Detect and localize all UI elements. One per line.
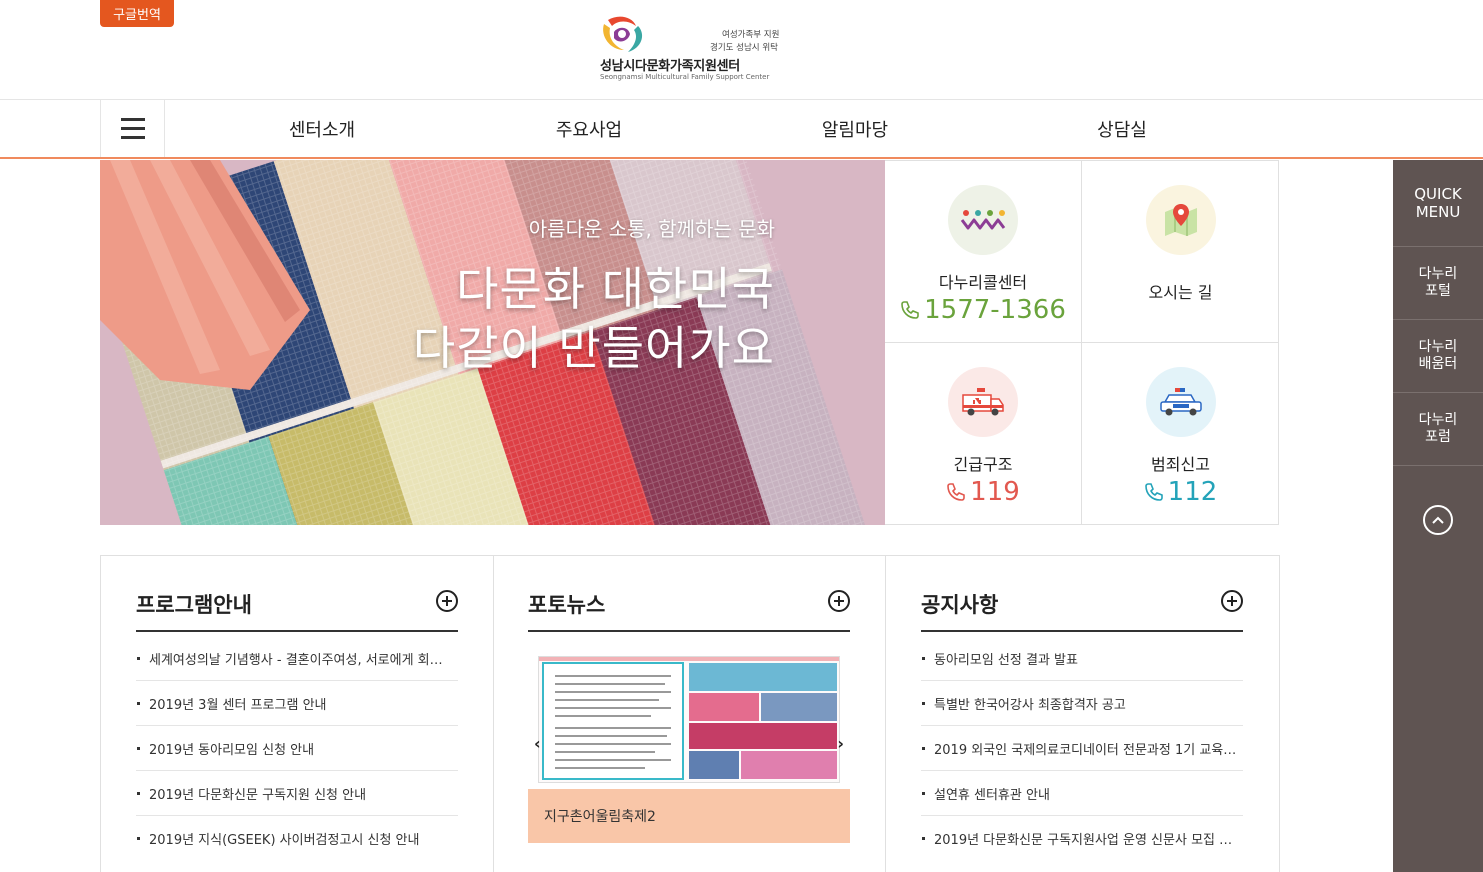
people-wave-icon [948, 185, 1018, 255]
notice-board: 공지사항 동아리모임 선정 결과 발표 특별반 한국어강사 최종합격자 공고 2… [886, 556, 1279, 872]
list-item[interactable]: 2019년 3월 센터 프로그램 안내 [136, 681, 458, 726]
quick-link-danuri-call[interactable]: 다누리콜센터 1577-1366 [885, 161, 1082, 343]
phone-icon [901, 301, 919, 319]
list-item[interactable]: 설연휴 센터휴관 안내 [921, 771, 1243, 816]
list-item-text: 2019 외국인 국제의료코디네이터 전문과정 1기 교육생 모집 [934, 742, 1239, 758]
list-item-text: 세계여성의날 기념행사 - 결혼이주여성, 서로에게 회복의 힘이 되다 [149, 652, 454, 668]
plus-icon[interactable] [436, 590, 458, 612]
nav-item-center-intro[interactable]: 센터소개 [252, 100, 392, 157]
plus-icon[interactable] [828, 590, 850, 612]
chevron-left-icon[interactable]: ‹ [534, 734, 541, 753]
logo-title: 성남시다문화가족지원센터 [600, 59, 740, 74]
list-item-text: 특별반 한국어강사 최종합격자 공고 [934, 697, 1126, 713]
quick-link-phone: 112 [1144, 477, 1218, 507]
quick-link-phone: 119 [946, 477, 1020, 507]
quick-link-label: 범죄신고 [1151, 455, 1210, 474]
quick-link-label: 오시는 길 [1148, 283, 1213, 302]
phone-number: 1577-1366 [924, 295, 1066, 325]
page: 구글번역 여성가족부 지원 경기도 성남시 위탁 성남시다문화가족지원센터 Se… [0, 0, 1483, 872]
board-title: 포토뉴스 [528, 593, 606, 617]
list-item-text: 설연휴 센터휴관 안내 [934, 787, 1050, 803]
list-item-text: 2019년 3월 센터 프로그램 안내 [149, 697, 327, 713]
board-section: 프로그램안내 세계여성의날 기념행사 - 결혼이주여성, 서로에게 회복의 힘이… [100, 555, 1280, 872]
board-list: 동아리모임 선정 결과 발표 특별반 한국어강사 최종합격자 공고 2019 외… [921, 636, 1243, 861]
site-logo[interactable]: 여성가족부 지원 경기도 성남시 위탁 성남시다문화가족지원센터 Seongna… [598, 10, 788, 88]
quick-menu-item-line2: 포털 [1425, 283, 1451, 299]
board-title: 공지사항 [921, 593, 999, 617]
quick-menu-danuri-forum[interactable]: 다누리 포럼 [1393, 393, 1483, 466]
list-item[interactable]: 2019년 다문화신문 구독지원사업 운영 신문사 모집 공고 [921, 816, 1243, 861]
photo-news-image[interactable] [538, 656, 840, 783]
quick-menu-danuri-learning[interactable]: 다누리 배움터 [1393, 320, 1483, 393]
quick-menu-item-line1: 다누리 [1418, 412, 1458, 428]
logo-mark-icon [603, 16, 643, 52]
chevron-up-icon[interactable] [1423, 505, 1453, 535]
list-item-text: 2019년 지식(GSEEK) 사이버검정고시 신청 안내 [149, 833, 420, 848]
logo-english: Seongnamsi Multicultural Family Support … [600, 73, 770, 81]
main-navigation: 센터소개 주요사업 알림마당 상담실 [0, 99, 1483, 159]
photo-caption[interactable]: 지구촌어울림축제2 [528, 789, 850, 843]
logo-sub1: 여성가족부 지원 [722, 30, 780, 40]
board-header: 포토뉴스 [528, 586, 850, 632]
quick-menu-danuri-portal[interactable]: 다누리 포털 [1393, 247, 1483, 320]
hero-title-line2: 다같이 만들어가요 [412, 321, 775, 375]
list-item-text: 2019년 다문화신문 구독지원 신청 안내 [149, 787, 367, 803]
quick-link-label: 긴급구조 [953, 455, 1013, 474]
hero-subtitle: 아름다운 소통, 함께하는 문화 [528, 217, 775, 241]
phone-icon [1144, 483, 1163, 501]
quick-menu-item-line1: 다누리 [1418, 339, 1458, 355]
quick-link-emergency[interactable]: 긴급구조 119 [885, 343, 1082, 525]
list-item[interactable]: 동아리모임 선정 결과 발표 [921, 636, 1243, 681]
quick-link-phone: 1577-1366 [900, 295, 1066, 325]
quick-menu-title: QUICK MENU [1393, 160, 1483, 247]
hamburger-icon[interactable] [100, 100, 165, 157]
list-item[interactable]: 2019년 동아리모임 신청 안내 [136, 726, 458, 771]
hero-title-line1: 다문화 대한민국 [456, 262, 775, 316]
quick-link-label: 다누리콜센터 [938, 273, 1028, 292]
list-item[interactable]: 2019 외국인 국제의료코디네이터 전문과정 1기 교육생 모집 [921, 726, 1243, 771]
quick-link-directions[interactable]: 오시는 길 [1082, 161, 1279, 343]
chevron-right-icon[interactable]: › [837, 734, 844, 753]
quick-link-police[interactable]: 범죄신고 112 [1082, 343, 1279, 525]
police-car-icon [1145, 367, 1216, 437]
list-item-text: 2019년 동아리모임 신청 안내 [149, 742, 315, 758]
quick-menu-item-line2: 포럼 [1425, 429, 1451, 445]
plus-icon[interactable] [1221, 590, 1243, 612]
list-item[interactable]: 2019년 지식(GSEEK) 사이버검정고시 신청 안내 [136, 816, 458, 861]
quick-link-grid: 다누리콜센터 1577-1366 오시는 길 긴급구조 119 범죄신고 112 [885, 160, 1279, 525]
list-item-text: 2019년 다문화신문 구독지원사업 운영 신문사 모집 공고 [934, 833, 1239, 848]
list-item[interactable]: 특별반 한국어강사 최종합격자 공고 [921, 681, 1243, 726]
quick-menu-item-line2: 배움터 [1418, 356, 1458, 372]
board-header: 공지사항 [921, 586, 1243, 632]
nav-item-main-business[interactable]: 주요사업 [519, 100, 659, 157]
map-pin-icon [1145, 185, 1216, 255]
quick-menu-title-line2: MENU [1415, 203, 1461, 221]
phone-number: 112 [1167, 477, 1218, 507]
phone-number: 119 [970, 477, 1020, 507]
photo-slider: ‹ › 지구촌어울림축제2 [528, 656, 850, 843]
list-item[interactable]: 세계여성의날 기념행사 - 결혼이주여성, 서로에게 회복의 힘이 되다 [136, 636, 458, 681]
board-list: 세계여성의날 기념행사 - 결혼이주여성, 서로에게 회복의 힘이 되다 201… [136, 636, 458, 861]
ambulance-icon [948, 367, 1018, 437]
nav-item-notice-board[interactable]: 알림마당 [785, 100, 925, 157]
logo-sub2: 경기도 성남시 위탁 [710, 43, 778, 53]
quick-menu-item-line1: 다누리 [1418, 266, 1458, 282]
board-header: 프로그램안내 [136, 586, 458, 632]
quick-menu-panel: QUICK MENU 다누리 포털 다누리 배움터 다누리 포럼 [1393, 160, 1483, 872]
list-item[interactable]: 2019년 다문화신문 구독지원 신청 안내 [136, 771, 458, 816]
board-title: 프로그램안내 [136, 593, 252, 617]
phone-icon [947, 483, 965, 501]
photo-news-board: 포토뉴스 ‹ › 지구촌어울림축제2 [493, 556, 886, 872]
quick-menu-title-line1: QUICK [1414, 185, 1462, 203]
hero-banner: 아름다운 소통, 함께하는 문화 다문화 대한민국 다같이 만들어가요 [100, 160, 885, 525]
program-board: 프로그램안내 세계여성의날 기념행사 - 결혼이주여성, 서로에게 회복의 힘이… [101, 556, 494, 872]
list-item-text: 동아리모임 선정 결과 발표 [934, 652, 1078, 668]
google-translate-button[interactable]: 구글번역 [100, 0, 174, 27]
nav-item-counseling[interactable]: 상담실 [1052, 100, 1192, 157]
